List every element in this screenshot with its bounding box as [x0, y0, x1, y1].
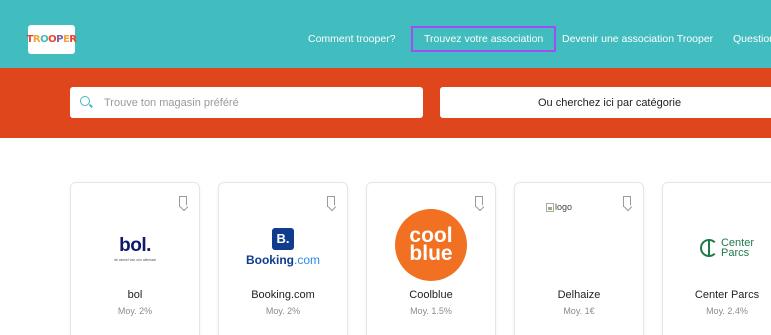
- trooper-logo-text: TROOPER: [26, 34, 77, 45]
- store-logo-coolblue: cool blue: [367, 201, 495, 283]
- booking-logo-wordmark: Booking.com: [245, 252, 320, 267]
- store-card-bol[interactable]: bol. de winkel van ons allemaal bol Moy.…: [70, 182, 200, 335]
- store-average: Moy. 1€: [563, 306, 595, 316]
- bookmark-icon[interactable]: [623, 196, 631, 207]
- store-average: Moy. 2%: [117, 306, 153, 316]
- store-average: Moy. 2.4%: [706, 306, 748, 316]
- broken-image-icon: [546, 202, 554, 212]
- store-card-booking[interactable]: B. Booking.com Booking.com Moy. 2%: [218, 182, 348, 335]
- booking-logo-mark: B.: [271, 227, 294, 250]
- store-name: bol: [127, 289, 143, 301]
- bol-logo-tagline: de winkel van ons allemaal: [114, 257, 156, 262]
- store-logo-booking: B. Booking.com: [219, 201, 347, 283]
- nav-link-questions[interactable]: Question: [733, 0, 771, 77]
- coolblue-logo: cool blue: [395, 209, 467, 281]
- store-name: Booking.com: [251, 289, 315, 301]
- store-average: Moy. 1.5%: [410, 306, 452, 316]
- store-average: Moy. 2%: [265, 306, 301, 316]
- store-search-box[interactable]: [70, 87, 423, 118]
- store-card-delhaize[interactable]: logo Delhaize Moy. 1€: [514, 182, 644, 335]
- store-name: Coolblue: [409, 289, 453, 301]
- nav-link-trouvez-association[interactable]: Trouvez votre association: [411, 26, 557, 52]
- nav-link-devenir-association[interactable]: Devenir une association Trooper: [562, 0, 713, 77]
- store-card-center-parcs[interactable]: Center Parcs Center Parcs Moy. 2.4%: [662, 182, 771, 335]
- nav-link-comment-trooper[interactable]: Comment trooper?: [308, 0, 396, 77]
- center-parcs-logo-text: Center Parcs: [720, 237, 755, 259]
- category-search-button[interactable]: Ou cherchez ici par catégorie: [440, 87, 771, 118]
- search-icon: [80, 96, 93, 109]
- category-search-label: Ou cherchez ici par catégorie: [538, 96, 682, 109]
- trooper-logo[interactable]: TROOPER: [26, 25, 77, 54]
- store-logo-delhaize: logo: [546, 202, 572, 212]
- store-name: Delhaize: [557, 289, 601, 301]
- store-logo-bol: bol. de winkel van ons allemaal: [71, 201, 199, 283]
- store-search-input[interactable]: [104, 96, 384, 109]
- logo-alt-text: logo: [555, 202, 573, 212]
- store-name: Center Parcs: [694, 289, 760, 301]
- store-card-coolblue[interactable]: cool blue Coolblue Moy. 1.5%: [366, 182, 496, 335]
- store-logo-center-parcs: Center Parcs: [663, 201, 771, 283]
- center-parcs-logo-icon: [699, 239, 718, 257]
- bol-logo-text: bol.: [119, 234, 151, 256]
